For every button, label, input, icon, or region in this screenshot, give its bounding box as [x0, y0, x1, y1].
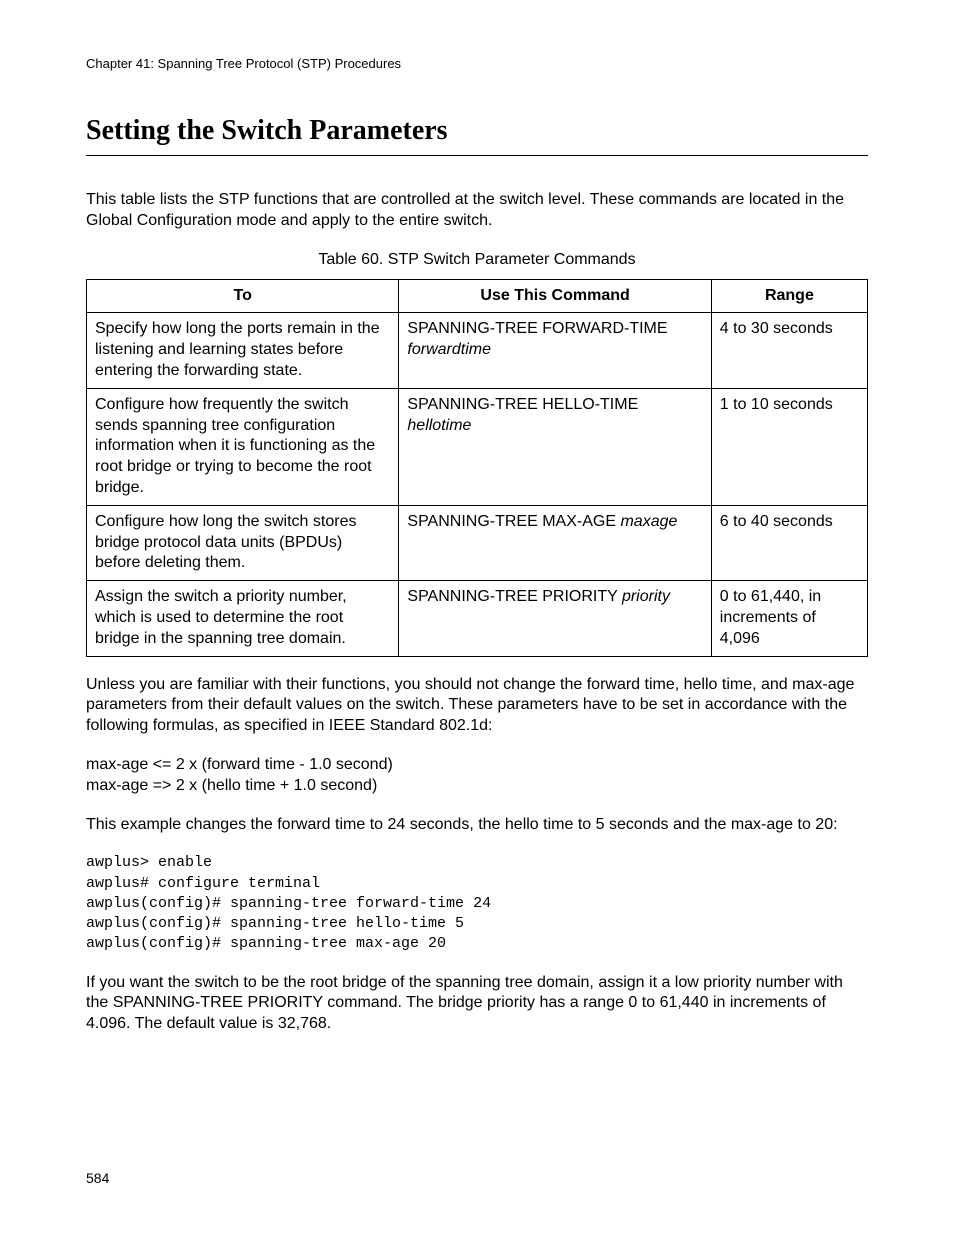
table-cell-to: Specify how long the ports remain in the… — [87, 313, 399, 388]
formula-line: max-age <= 2 x (forward time - 1.0 secon… — [86, 755, 868, 776]
formula-line: max-age => 2 x (hello time + 1.0 second) — [86, 776, 868, 797]
command-name: SPANNING-TREE MAX-AGE — [407, 513, 616, 530]
page-number: 584 — [86, 1169, 109, 1187]
table-cell-range: 1 to 10 seconds — [711, 388, 867, 505]
table-cell-command: SPANNING-TREE PRIORITY priority — [399, 581, 711, 656]
table-cell-command: SPANNING-TREE MAX-AGE maxage — [399, 505, 711, 580]
command-param: hellotime — [407, 417, 471, 434]
intro-paragraph: This table lists the STP functions that … — [86, 190, 868, 232]
command-name: SPANNING-TREE PRIORITY — [407, 588, 617, 605]
table-cell-command: SPANNING-TREE HELLO-TIME hellotime — [399, 388, 711, 505]
table-caption: Table 60. STP Switch Parameter Commands — [86, 250, 868, 271]
title-rule — [86, 155, 868, 156]
chapter-header: Chapter 41: Spanning Tree Protocol (STP)… — [86, 56, 868, 73]
table-cell-range: 6 to 40 seconds — [711, 505, 867, 580]
table-header-to: To — [87, 279, 399, 313]
formula-block: max-age <= 2 x (forward time - 1.0 secon… — [86, 755, 868, 797]
example-intro: This example changes the forward time to… — [86, 815, 868, 836]
code-line: awplus> enable — [86, 854, 212, 871]
command-param: forwardtime — [407, 341, 491, 358]
after-table-paragraph: Unless you are familiar with their funct… — [86, 675, 868, 737]
table-header-row: To Use This Command Range — [87, 279, 868, 313]
code-line: awplus(config)# spanning-tree max-age 20 — [86, 935, 446, 952]
code-line: awplus(config)# spanning-tree hello-time… — [86, 915, 464, 932]
command-param: priority — [622, 588, 670, 605]
code-line: awplus(config)# spanning-tree forward-ti… — [86, 895, 491, 912]
command-param: maxage — [620, 513, 677, 530]
code-block: awplus> enable awplus# configure termina… — [86, 853, 868, 954]
section-title: Setting the Switch Parameters — [86, 113, 868, 149]
closing-paragraph: If you want the switch to be the root br… — [86, 973, 868, 1035]
table-cell-range: 0 to 61,440, in increments of 4,096 — [711, 581, 867, 656]
table-header-command: Use This Command — [399, 279, 711, 313]
table-cell-command: SPANNING-TREE FORWARD-TIME forwardtime — [399, 313, 711, 388]
table-cell-to: Assign the switch a priority number, whi… — [87, 581, 399, 656]
table-row: Configure how long the switch stores bri… — [87, 505, 868, 580]
stp-parameters-table: To Use This Command Range Specify how lo… — [86, 279, 868, 657]
command-name: SPANNING-TREE FORWARD-TIME — [407, 320, 667, 337]
table-row: Assign the switch a priority number, whi… — [87, 581, 868, 656]
document-page: Chapter 41: Spanning Tree Protocol (STP)… — [0, 0, 954, 1235]
command-name: SPANNING-TREE HELLO-TIME — [407, 396, 638, 413]
table-row: Configure how frequently the switch send… — [87, 388, 868, 505]
table-row: Specify how long the ports remain in the… — [87, 313, 868, 388]
table-cell-range: 4 to 30 seconds — [711, 313, 867, 388]
table-cell-to: Configure how frequently the switch send… — [87, 388, 399, 505]
table-header-range: Range — [711, 279, 867, 313]
table-cell-to: Configure how long the switch stores bri… — [87, 505, 399, 580]
code-line: awplus# configure terminal — [86, 875, 320, 892]
